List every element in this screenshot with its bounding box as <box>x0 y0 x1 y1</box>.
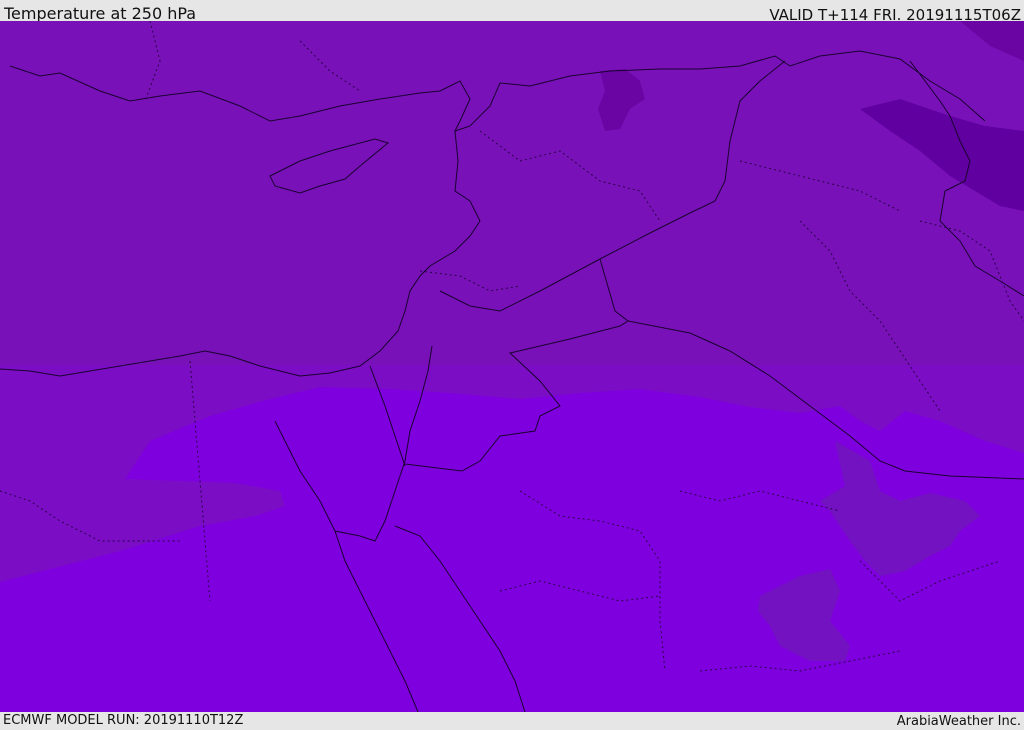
footer-bar: ECMWF MODEL RUN: 20191110T12Z ArabiaWeat… <box>0 712 1024 729</box>
model-run-label: ECMWF MODEL RUN: 20191110T12Z <box>3 713 244 728</box>
map-canvas <box>0 21 1024 712</box>
header-bar: Temperature at 250 hPa VALID T+114 FRI. … <box>0 0 1024 24</box>
weather-map[interactable] <box>0 21 1024 712</box>
credit-label: ArabiaWeather Inc. <box>896 714 1021 729</box>
